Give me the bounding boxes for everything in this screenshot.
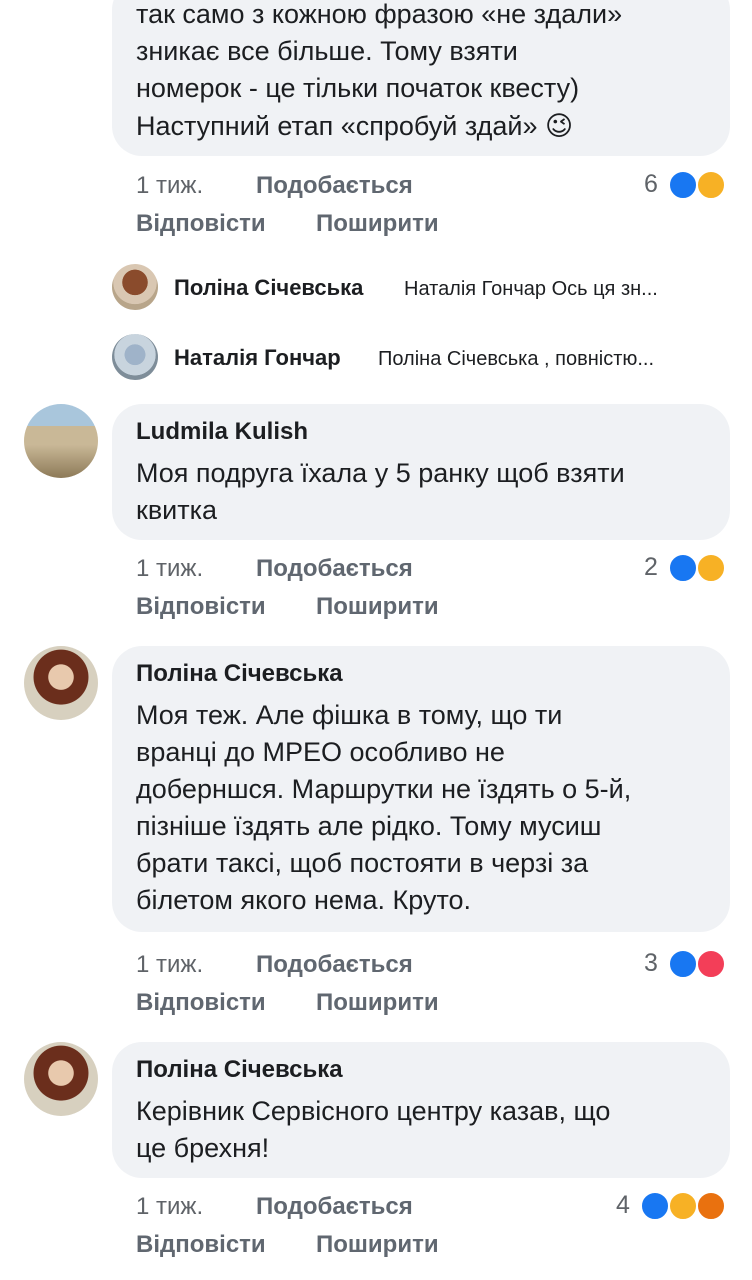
reply-preview[interactable]: Поліна Січевська , повністю... bbox=[378, 348, 654, 371]
comment-text-line: номерок - це тільки початок квесту) bbox=[136, 73, 580, 103]
avatar[interactable] bbox=[24, 404, 98, 478]
reply-button[interactable]: Відповісти bbox=[136, 593, 266, 621]
comment-author[interactable]: Поліна Січевська bbox=[136, 1056, 343, 1084]
avatar[interactable] bbox=[24, 1042, 98, 1116]
comment-text-line: Наступний етап «спробуй здай» 😉 bbox=[136, 111, 574, 141]
share-button[interactable]: Поширити bbox=[316, 593, 439, 621]
like-icon[interactable] bbox=[668, 553, 698, 583]
share-button[interactable]: Поширити bbox=[316, 989, 439, 1017]
comment-text-line: Моя подруга їхала у 5 ранку щоб взяти bbox=[136, 458, 625, 488]
avatar[interactable] bbox=[112, 334, 158, 380]
reaction-count[interactable]: 2 bbox=[644, 553, 658, 582]
reaction-count[interactable]: 4 bbox=[616, 1191, 630, 1220]
reply-button[interactable]: Відповісти bbox=[136, 989, 266, 1017]
reply-button[interactable]: Відповісти bbox=[136, 210, 266, 238]
comment-author[interactable]: Поліна Січевська bbox=[136, 660, 343, 688]
like-button[interactable]: Подобається bbox=[256, 951, 413, 979]
comment-timestamp[interactable]: 1 тиж. bbox=[136, 555, 203, 583]
comment-text-line: білетом якого нема. Круто. bbox=[136, 885, 472, 915]
comment-text-line: Керівник Сервісного центру казав, що bbox=[136, 1096, 611, 1126]
like-icon[interactable] bbox=[640, 1191, 670, 1221]
avatar[interactable] bbox=[112, 264, 158, 310]
share-button[interactable]: Поширити bbox=[316, 210, 439, 238]
like-icon[interactable] bbox=[668, 949, 698, 979]
reaction-count[interactable]: 3 bbox=[644, 949, 658, 978]
comment-text-line: вранці до МРЕО особливо не bbox=[136, 737, 505, 767]
avatar[interactable] bbox=[24, 646, 98, 720]
comment-text-line: квитка bbox=[136, 495, 218, 525]
like-button[interactable]: Подобається bbox=[256, 555, 413, 583]
reply-preview[interactable]: Наталія Гончар Ось ця зн... bbox=[404, 278, 658, 301]
sad-icon[interactable] bbox=[696, 553, 726, 583]
comment-text-line: зникає все більше. Тому взяти bbox=[136, 36, 518, 66]
comment-text-line: пізніше їздять але рідко. Тому мусиш bbox=[136, 811, 602, 841]
haha-icon[interactable] bbox=[668, 1191, 698, 1221]
comment-text-line: це брехня! bbox=[136, 1133, 270, 1163]
angry-icon[interactable] bbox=[696, 1191, 726, 1221]
comment-timestamp[interactable]: 1 тиж. bbox=[136, 1193, 203, 1221]
like-button[interactable]: Подобається bbox=[256, 1193, 413, 1221]
reply-author[interactable]: Поліна Січевська bbox=[174, 275, 363, 301]
comment-timestamp[interactable]: 1 тиж. bbox=[136, 951, 203, 979]
comment-text-line: доберншся. Маршрутки не їздять о 5-й, bbox=[136, 774, 632, 804]
like-button[interactable]: Подобається bbox=[256, 172, 413, 200]
comment-text-line: брати таксі, щоб постояти в черзі за bbox=[136, 848, 589, 878]
comment-text-line: так само з кожною фразою «не здали» bbox=[136, 0, 623, 29]
comment-author[interactable]: Ludmila Kulish bbox=[136, 418, 308, 446]
love-icon[interactable] bbox=[696, 949, 726, 979]
comment-timestamp[interactable]: 1 тиж. bbox=[136, 172, 203, 200]
reply-button[interactable]: Відповісти bbox=[136, 1231, 266, 1259]
reaction-count[interactable]: 6 bbox=[644, 170, 658, 199]
comment-text-line: Моя теж. Але фішка в тому, що ти bbox=[136, 700, 563, 730]
like-icon[interactable] bbox=[668, 170, 698, 200]
sad-icon[interactable] bbox=[696, 170, 726, 200]
share-button[interactable]: Поширити bbox=[316, 1231, 439, 1259]
reply-author[interactable]: Наталія Гончар bbox=[174, 345, 341, 371]
